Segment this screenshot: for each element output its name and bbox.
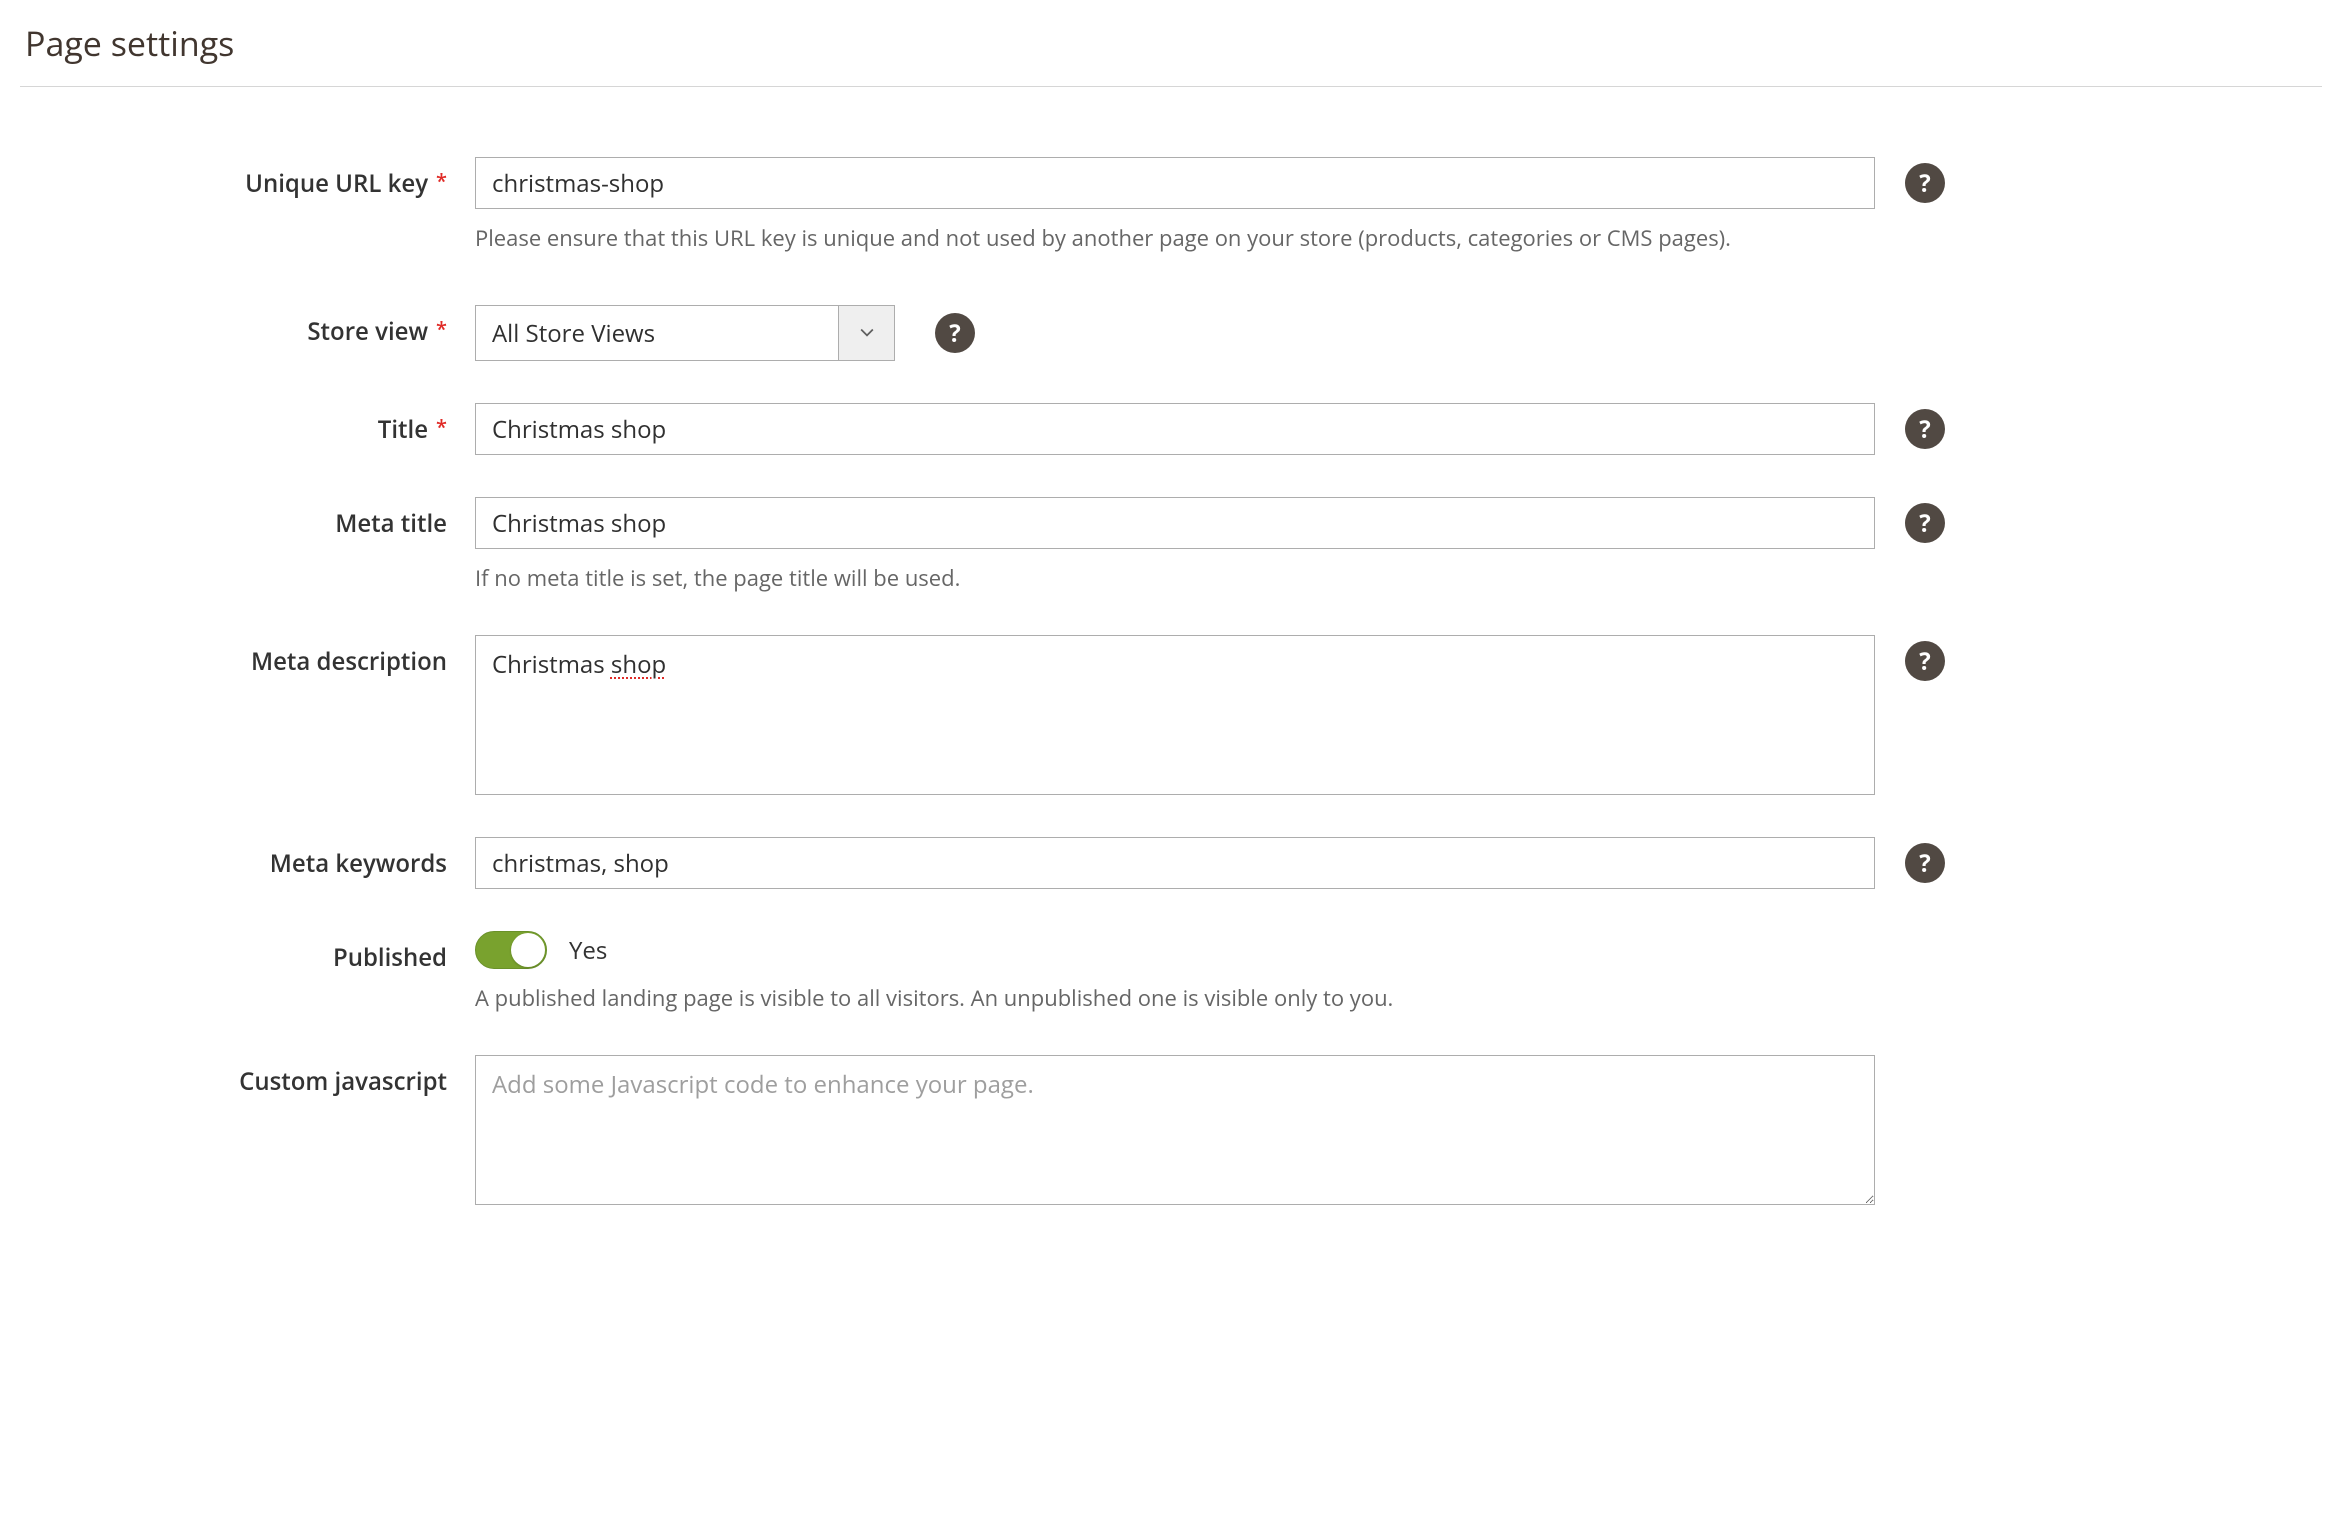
required-mark: * [436,167,447,194]
help-icon[interactable]: ? [1905,843,1945,883]
help-icon[interactable]: ? [1905,409,1945,449]
required-mark: * [436,413,447,440]
help-icon[interactable]: ? [1905,163,1945,203]
label-url-key: Unique URL key* [20,157,475,200]
row-meta-keywords: Meta keywords ? [20,837,2322,889]
meta-title-hint: If no meta title is set, the page title … [475,563,1875,593]
row-meta-description: Meta description Christmas shop ? [20,635,2322,795]
store-view-select[interactable]: All Store Views [475,305,895,361]
custom-js-textarea[interactable] [475,1055,1875,1205]
meta-keywords-input[interactable] [475,837,1875,889]
url-key-input[interactable] [475,157,1875,209]
required-mark: * [436,315,447,342]
published-toggle[interactable] [475,931,547,969]
label-title: Title* [20,403,475,446]
row-meta-title: Meta title If no meta title is set, the … [20,497,2322,593]
toggle-knob [511,933,545,967]
label-store-view: Store view* [20,305,475,348]
meta-title-input[interactable] [475,497,1875,549]
chevron-down-icon[interactable] [838,306,894,360]
label-custom-js: Custom javascript [20,1055,475,1098]
label-published: Published [20,931,475,974]
help-icon[interactable]: ? [1905,641,1945,681]
row-published: Published Yes A published landing page i… [20,931,2322,1013]
help-icon[interactable]: ? [935,313,975,353]
title-input[interactable] [475,403,1875,455]
published-hint: A published landing page is visible to a… [475,983,1875,1013]
row-custom-js: Custom javascript [20,1055,2322,1205]
published-state-label: Yes [569,934,607,967]
row-title: Title* ? [20,403,2322,455]
spellcheck-flag: shop [611,648,666,681]
label-meta-keywords: Meta keywords [20,837,475,880]
help-icon[interactable]: ? [1905,503,1945,543]
meta-description-textarea[interactable]: Christmas shop [475,635,1875,795]
page-title: Page settings [20,20,2322,66]
row-store-view: Store view* All Store Views ? [20,305,2322,361]
row-url-key: Unique URL key* Please ensure that this … [20,157,2322,253]
store-view-value: All Store Views [476,306,838,360]
label-meta-description: Meta description [20,635,475,678]
label-meta-title: Meta title [20,497,475,540]
page-settings-form: Page settings Unique URL key* Please ens… [0,0,2342,1287]
url-key-hint: Please ensure that this URL key is uniqu… [475,223,1875,253]
title-divider [20,86,2322,87]
